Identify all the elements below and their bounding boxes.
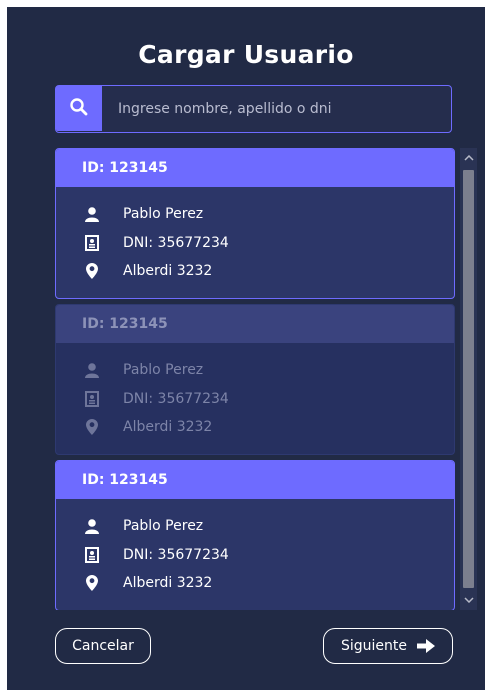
list-scrollbar[interactable] (460, 148, 477, 610)
user-card-id: ID: 123145 (56, 149, 454, 187)
arrow-right-icon (417, 639, 435, 653)
id-card-icon (85, 235, 99, 251)
user-address-row: Alberdi 3232 (85, 417, 212, 437)
search-bar (55, 85, 452, 133)
id-card-icon (85, 547, 99, 563)
location-pin-icon (85, 263, 99, 279)
user-address: Alberdi 3232 (123, 419, 213, 435)
user-card[interactable]: ID: 123145 Pablo Perez DNI: 35677234 Alb… (55, 148, 455, 299)
cancel-button[interactable]: Cancelar (55, 628, 151, 664)
scroll-up-button[interactable] (460, 150, 477, 166)
user-name: Pablo Perez (123, 362, 204, 378)
user-icon (85, 518, 99, 534)
user-dni-row: DNI: 35677234 (85, 389, 229, 409)
user-name-row: Pablo Perez (85, 516, 203, 536)
user-icon (85, 206, 99, 222)
user-name-row: Pablo Perez (85, 204, 203, 224)
next-button-label: Siguiente (340, 638, 407, 654)
user-dni: DNI: 35677234 (123, 547, 229, 563)
next-button[interactable]: Siguiente (323, 628, 453, 664)
search-icon (70, 98, 88, 116)
user-address: Alberdi 3232 (123, 263, 213, 279)
user-card-id: ID: 123145 (56, 461, 454, 499)
load-user-dialog: Cargar Usuario ID: 123145 Pablo Perez DN… (7, 7, 485, 690)
chevron-up-icon (463, 155, 474, 161)
user-dni: DNI: 35677234 (123, 235, 229, 251)
user-dni-row: DNI: 35677234 (85, 545, 229, 565)
user-address-row: Alberdi 3232 (85, 261, 212, 281)
user-dni-row: DNI: 35677234 (85, 233, 229, 253)
scroll-down-button[interactable] (460, 592, 477, 608)
user-card[interactable]: ID: 123145 Pablo Perez DNI: 35677234 Alb… (55, 460, 455, 610)
user-address-row: Alberdi 3232 (85, 573, 212, 593)
user-list[interactable]: ID: 123145 Pablo Perez DNI: 35677234 Alb… (55, 148, 477, 610)
user-dni: DNI: 35677234 (123, 391, 229, 407)
user-card-id: ID: 123145 (56, 305, 454, 343)
location-pin-icon (85, 419, 99, 435)
user-name-row: Pablo Perez (85, 360, 203, 380)
user-card[interactable]: ID: 123145 Pablo Perez DNI: 35677234 Alb… (55, 304, 455, 455)
scrollbar-thumb[interactable] (463, 170, 474, 588)
search-input[interactable] (114, 86, 448, 131)
dialog-title: Cargar Usuario (138, 40, 354, 69)
id-card-icon (85, 391, 99, 407)
cancel-button-label: Cancelar (72, 638, 134, 654)
search-button[interactable] (56, 86, 102, 131)
user-address: Alberdi 3232 (123, 575, 213, 591)
location-pin-icon (85, 575, 99, 591)
user-icon (85, 362, 99, 378)
user-name: Pablo Perez (123, 518, 204, 534)
user-name: Pablo Perez (123, 206, 204, 222)
chevron-down-icon (463, 597, 474, 603)
